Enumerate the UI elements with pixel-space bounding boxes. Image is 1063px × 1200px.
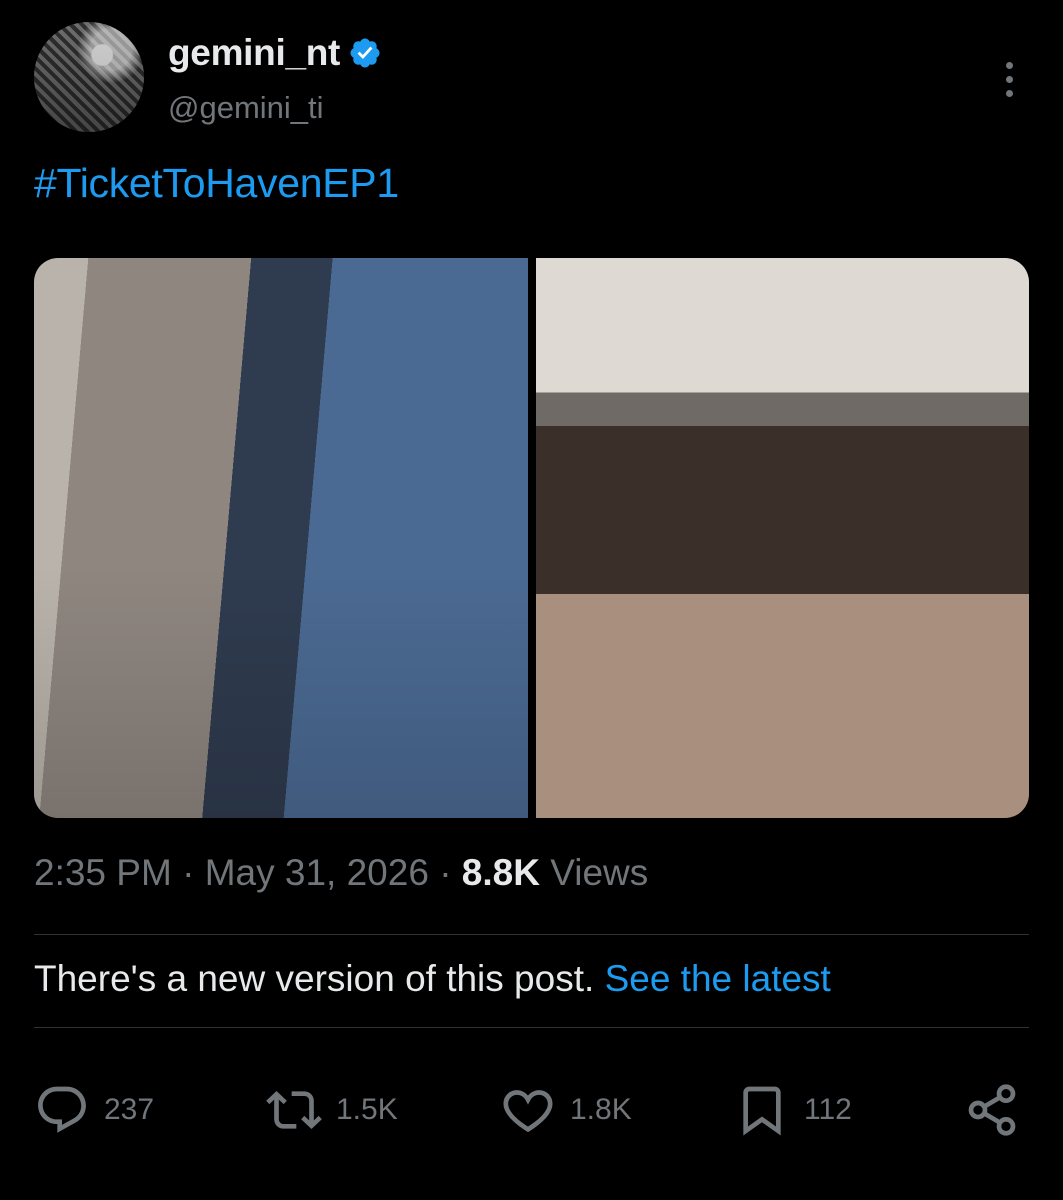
- heart-icon: [503, 1090, 553, 1133]
- display-name[interactable]: gemini_nt: [168, 32, 340, 74]
- media-divider: [528, 258, 536, 818]
- share-icon: [968, 1084, 1016, 1136]
- action-bar: 237 1.5K 1.8K 112: [34, 1070, 1029, 1150]
- avatar[interactable]: [34, 22, 144, 132]
- repost-button[interactable]: 1.5K: [266, 1070, 398, 1150]
- bookmark-button[interactable]: 112: [734, 1070, 852, 1150]
- bookmark-count: 112: [804, 1093, 852, 1126]
- post-image-2[interactable]: [536, 258, 1029, 818]
- like-count: 1.8K: [570, 1093, 632, 1126]
- notice-text: There's a new version of this post.: [34, 958, 595, 999]
- see-latest-link[interactable]: See the latest: [605, 958, 831, 999]
- post-date[interactable]: May 31, 2026: [205, 852, 429, 893]
- views-label: Views: [550, 852, 649, 893]
- views-count: 8.8K: [461, 852, 540, 893]
- bookmark-icon: [743, 1086, 781, 1136]
- reply-button[interactable]: 237: [34, 1070, 154, 1150]
- reply-icon: [38, 1086, 86, 1133]
- new-version-notice: There's a new version of this post. See …: [34, 958, 831, 1000]
- repost-count: 1.5K: [336, 1093, 398, 1126]
- post-image-1[interactable]: [34, 258, 528, 818]
- post-meta: 2:35 PM · May 31, 2026 · 8.8K Views: [34, 852, 648, 894]
- share-button[interactable]: [964, 1070, 1020, 1150]
- post-media: [34, 258, 1029, 818]
- reply-count: 237: [104, 1093, 155, 1126]
- more-options-icon[interactable]: [994, 62, 1024, 112]
- post-time[interactable]: 2:35 PM: [34, 852, 172, 893]
- author-name-row: gemini_nt: [168, 32, 382, 74]
- handle[interactable]: @gemini_ti: [168, 90, 324, 126]
- like-button[interactable]: 1.8K: [500, 1070, 632, 1150]
- post-header: gemini_nt @gemini_ti: [34, 22, 1029, 134]
- verified-badge-icon: [350, 38, 380, 68]
- repost-icon: [266, 1091, 322, 1129]
- divider: [34, 934, 1029, 935]
- meta-separator: ·: [439, 852, 452, 893]
- meta-separator: ·: [182, 852, 195, 893]
- post-text-hashtag[interactable]: #TicketToHavenEP1: [34, 160, 399, 207]
- divider: [34, 1027, 1029, 1028]
